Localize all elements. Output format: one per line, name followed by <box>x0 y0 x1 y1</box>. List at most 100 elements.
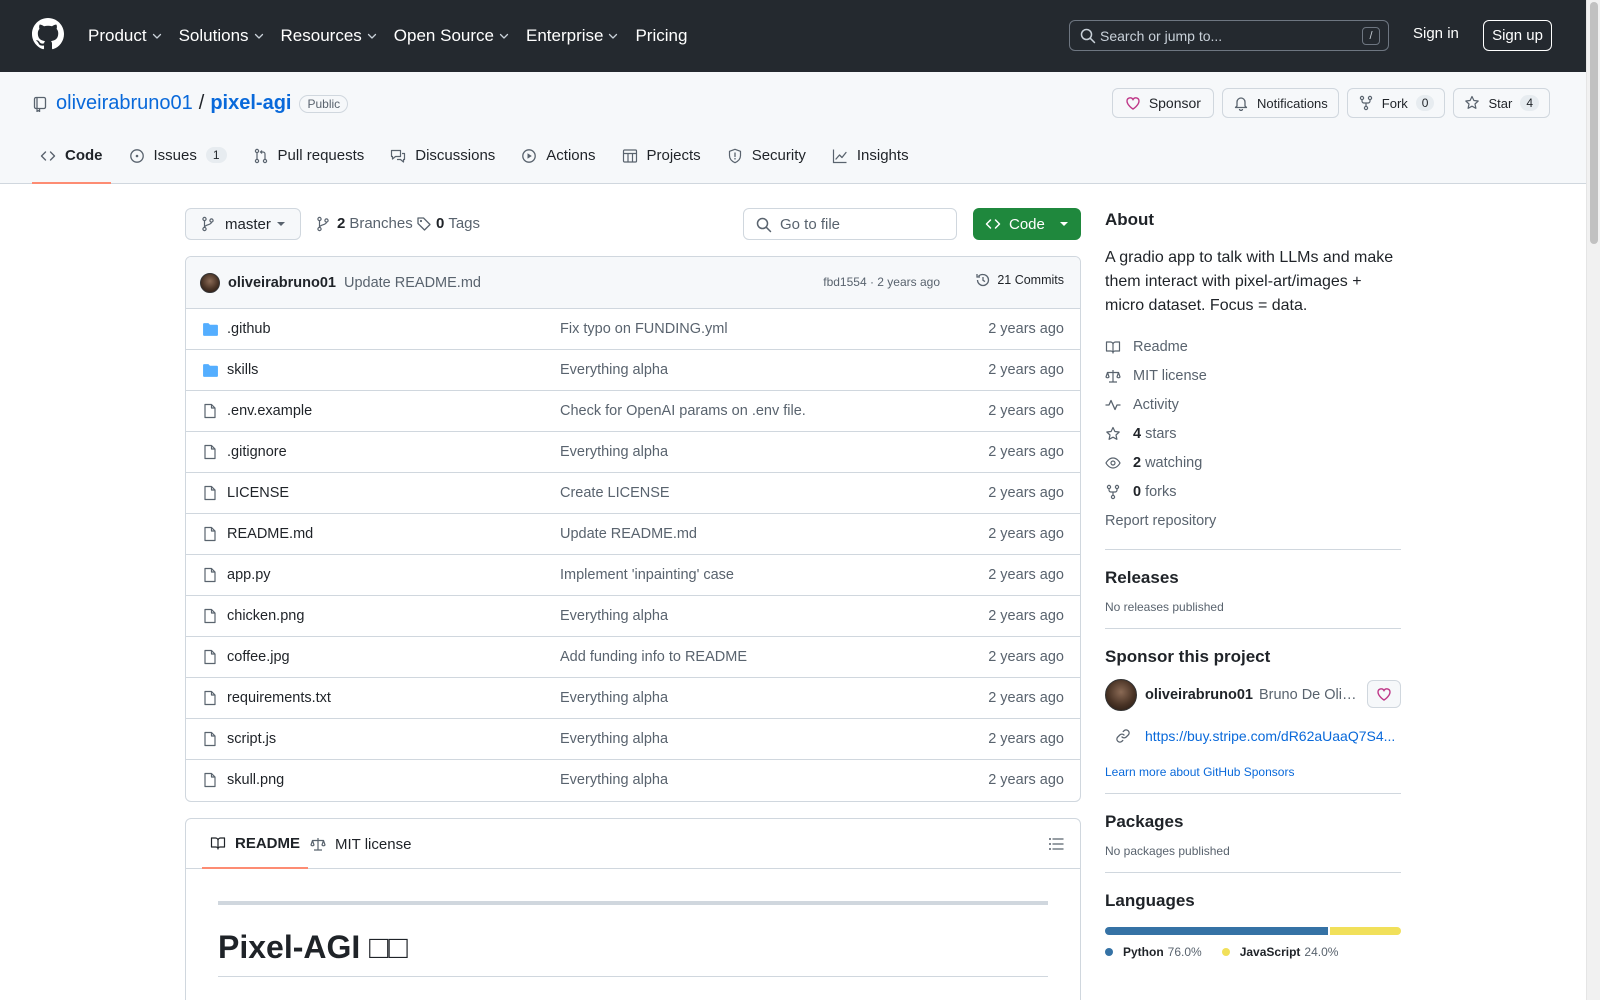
avatar[interactable] <box>200 272 220 293</box>
tab-insights[interactable]: Insights <box>824 138 917 184</box>
divider <box>1105 793 1401 794</box>
tab-projects[interactable]: Projects <box>614 138 709 184</box>
file-commit-message-link[interactable]: Update README.md <box>560 526 697 542</box>
repo-owner-link[interactable]: oliveirabruno01 <box>56 92 193 115</box>
chevron-down-icon <box>253 30 265 42</box>
file-name-link[interactable]: .gitignore <box>227 444 287 460</box>
tab-pull-requests[interactable]: Pull requests <box>245 138 373 184</box>
tab-readme[interactable]: README <box>202 819 309 869</box>
about-link-watching[interactable]: 2 watching <box>1105 448 1401 477</box>
tab-issues[interactable]: Issues 1 <box>121 138 235 184</box>
file-icon <box>202 690 218 706</box>
repo-name-link[interactable]: pixel-agi <box>210 92 291 115</box>
language-item-python[interactable]: Python 76.0% <box>1105 945 1202 959</box>
divider <box>1105 872 1401 873</box>
report-repository-link[interactable]: Report repository <box>1105 506 1401 535</box>
file-commit-message-link[interactable]: Everything alpha <box>560 608 668 624</box>
page-scrollbar[interactable] <box>1586 0 1600 1000</box>
file-commit-message-link[interactable]: Everything alpha <box>560 690 668 706</box>
table-row: README.md Update README.md 2 years ago <box>186 514 1080 555</box>
language-item-javascript[interactable]: JavaScript 24.0% <box>1221 945 1338 959</box>
about-link-label: forks <box>1145 483 1177 500</box>
nav-item-open-source[interactable]: Open Source <box>394 26 510 46</box>
table-row: requirements.txt Everything alpha 2 years … <box>186 678 1080 719</box>
file-commit-message-link[interactable]: Everything alpha <box>560 772 668 788</box>
file-icon <box>202 403 218 419</box>
file-commit-message-link[interactable]: Fix typo on FUNDING.yml <box>560 321 728 337</box>
learn-more-sponsors-link[interactable]: Learn more about GitHub Sponsors <box>1105 765 1401 779</box>
file-commit-message-link[interactable]: Everything alpha <box>560 362 668 378</box>
releases-title[interactable]: Releases <box>1105 568 1401 588</box>
file-name-link[interactable]: .github <box>227 321 271 337</box>
packages-title[interactable]: Packages <box>1105 812 1401 832</box>
table-row: skull.png Everything alpha 2 years ago <box>186 760 1080 801</box>
branch-selector[interactable]: master <box>185 208 301 240</box>
avatar[interactable] <box>1105 679 1137 711</box>
about-link-readme[interactable]: Readme <box>1105 332 1401 361</box>
funding-link[interactable]: https://buy.stripe.com/dR62aUaaQ7S4... <box>1145 728 1401 744</box>
file-commit-message-link[interactable]: Everything alpha <box>560 444 668 460</box>
search-input[interactable]: Search or jump to... / <box>1069 20 1389 51</box>
code-button[interactable]: Code <box>973 208 1081 240</box>
scrollbar-thumb[interactable] <box>1590 2 1598 244</box>
about-link-activity[interactable]: Activity <box>1105 390 1401 419</box>
file-name-link[interactable]: coffee.jpg <box>227 649 290 665</box>
table-row: skills Everything alpha 2 years ago <box>186 350 1080 391</box>
commit-author-link[interactable]: oliveirabruno01 <box>228 275 336 291</box>
sponsor-heart-button[interactable] <box>1367 680 1401 708</box>
file-name-link[interactable]: .env.example <box>227 403 312 419</box>
commit-message-link[interactable]: Update README.md <box>344 275 481 291</box>
star-button[interactable]: Star 4 <box>1453 88 1550 118</box>
file-commit-message-link[interactable]: Implement 'inpainting' case <box>560 567 734 583</box>
fork-button[interactable]: Fork 0 <box>1346 88 1446 118</box>
tags-link[interactable]: 0 Tags <box>416 215 480 232</box>
notifications-button[interactable]: Notifications <box>1221 88 1339 118</box>
sign-up-button[interactable]: Sign up <box>1483 20 1552 51</box>
sign-in-link[interactable]: Sign in <box>1413 25 1459 42</box>
file-name-link[interactable]: LICENSE <box>227 485 289 501</box>
list-unordered-icon[interactable] <box>1048 836 1064 852</box>
tab-actions[interactable]: Actions <box>513 138 603 184</box>
nav-item-solutions[interactable]: Solutions <box>179 26 265 46</box>
language-color-dot <box>1221 948 1230 956</box>
file-name-link[interactable]: skills <box>227 362 258 378</box>
github-logo-icon[interactable] <box>32 18 64 50</box>
tab-license[interactable]: MIT license <box>310 819 411 869</box>
file-name-link[interactable]: chicken.png <box>227 608 304 624</box>
file-name-link[interactable]: requirements.txt <box>227 690 331 706</box>
go-to-file-input[interactable]: Go to file <box>743 208 957 240</box>
about-link-mit-license[interactable]: MIT license <box>1105 361 1401 390</box>
file-commit-message-link[interactable]: Add funding info to README <box>560 649 747 665</box>
file-name-link[interactable]: README.md <box>227 526 313 542</box>
sponsor-button[interactable]: Sponsor <box>1111 88 1214 118</box>
pulse-icon <box>1105 397 1133 413</box>
tab-label: Discussions <box>415 147 496 164</box>
law-icon <box>310 836 326 852</box>
nav-item-label: Open Source <box>393 26 494 45</box>
funding-link-row: https://buy.stripe.com/dR62aUaaQ7S4... <box>1105 721 1401 751</box>
file-name-link[interactable]: script.js <box>227 731 276 747</box>
commits-history-link[interactable]: 21 Commits <box>975 272 1064 288</box>
file-name-link[interactable]: skull.png <box>227 772 284 788</box>
file-browser: oliveirabruno01 Update README.md fbd1554… <box>185 256 1081 802</box>
nav-item-pricing[interactable]: Pricing <box>635 26 687 46</box>
sidebar: About A gradio app to talk with LLMs and… <box>1105 210 1401 959</box>
play-icon <box>521 148 537 164</box>
sponsor-username-link[interactable]: oliveirabruno01 <box>1145 687 1253 703</box>
file-icon <box>202 608 218 624</box>
branches-link[interactable]: 2 Branches <box>315 215 413 232</box>
file-commit-message-link[interactable]: Check for OpenAI params on .env file. <box>560 403 806 419</box>
about-link-stars[interactable]: 4 stars <box>1105 419 1401 448</box>
file-commit-message-link[interactable]: Create LICENSE <box>560 485 670 501</box>
tab-security[interactable]: Security <box>719 138 814 184</box>
language-percent: 76.0% <box>1167 945 1202 959</box>
about-link-forks[interactable]: 0 forks <box>1105 477 1401 506</box>
nav-item-product[interactable]: Product <box>88 26 163 46</box>
tab-discussions[interactable]: Discussions <box>382 138 503 184</box>
tab-code[interactable]: Code <box>32 138 111 184</box>
file-name-link[interactable]: app.py <box>227 567 271 583</box>
commit-meta[interactable]: fbd1554 · 2 years ago <box>823 275 940 289</box>
nav-item-resources[interactable]: Resources <box>281 26 378 46</box>
file-commit-message-link[interactable]: Everything alpha <box>560 731 668 747</box>
nav-item-enterprise[interactable]: Enterprise <box>526 26 619 46</box>
